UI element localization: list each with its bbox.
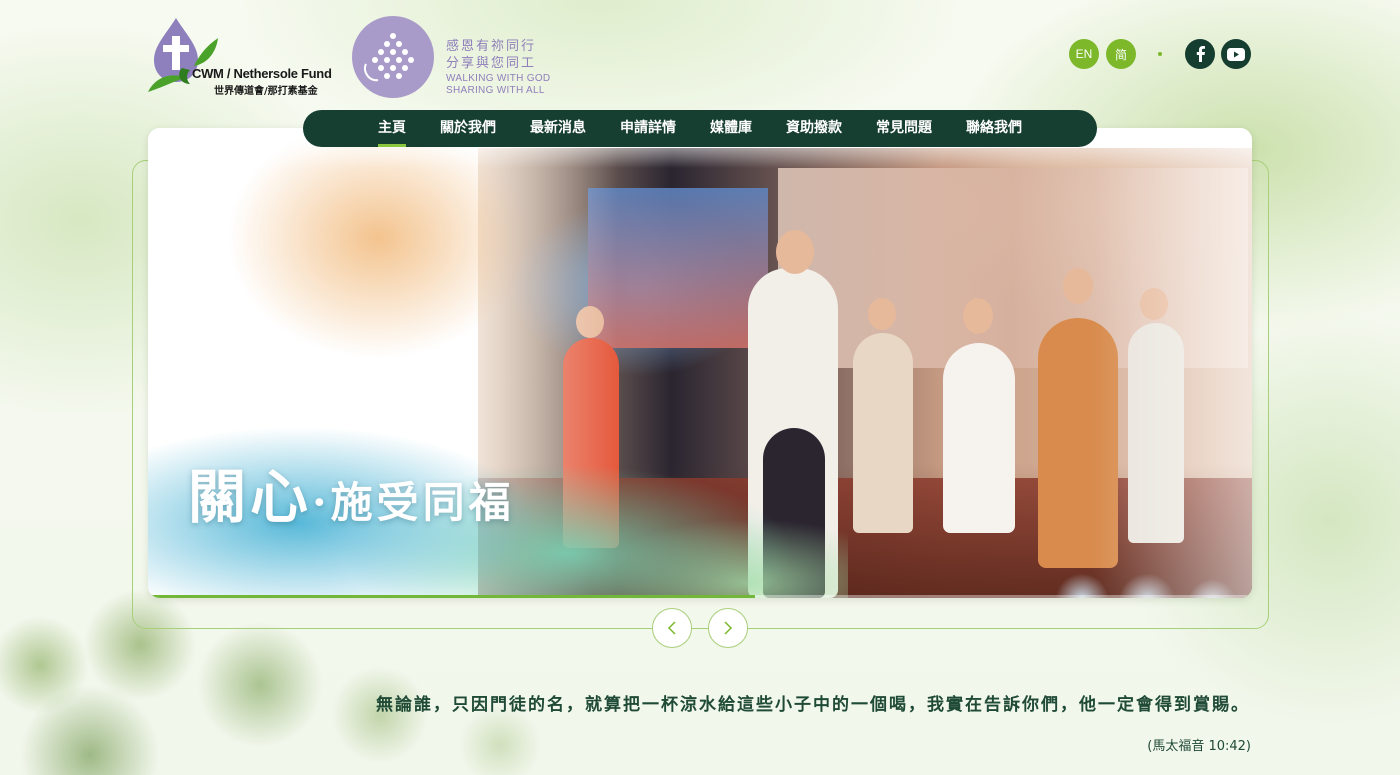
youtube-button[interactable] [1221,39,1251,69]
facebook-icon [1196,46,1205,62]
nav-item-media[interactable]: 媒體庫 [710,110,752,147]
nav-item-home[interactable]: 主頁 [378,110,406,147]
youtube-icon [1227,47,1245,61]
bible-verse-reference: (馬太福音 10:42) [1147,739,1251,754]
main-nav: 主頁 關於我們 最新消息 申請詳情 媒體庫 資助撥款 常見問題 聯絡我們 [303,110,1097,147]
slide-progress-bar [148,595,1252,598]
campaign-slogan-en-line1: WALKING WITH GOD [446,73,551,84]
facebook-button[interactable] [1185,39,1215,69]
watercolor-right [1092,128,1252,598]
bible-verse: 無論誰，只因門徒的名，就算把一杯涼水給這些小子中的一個喝，我實在告訴你們，他一定… [376,695,1250,715]
chevron-right-icon [724,621,733,635]
campaign-slogan-en-line2: SHARING WITH ALL [446,85,545,96]
campaign-logo-emblem [352,16,434,98]
nav-item-contact[interactable]: 聯絡我們 [966,110,1022,147]
nav-item-application[interactable]: 申請詳情 [620,110,676,147]
nav-item-about[interactable]: 關於我們 [440,110,496,147]
slide-progress-fill [148,595,756,598]
nav-item-grants[interactable]: 資助撥款 [786,110,842,147]
chevron-left-icon [667,621,676,635]
nav-item-faq[interactable]: 常見問題 [876,110,932,147]
balloons-decoration [1052,558,1252,598]
slide-caption-main: 關心 [188,463,313,531]
lang-sc-button[interactable]: 简 [1106,39,1136,69]
lang-en-button[interactable]: EN [1069,39,1099,69]
carousel-next-button[interactable] [708,608,748,648]
hero-slide[interactable]: 關心·施受同福 [148,128,1252,598]
carousel-prev-button[interactable] [652,608,692,648]
nav-item-news[interactable]: 最新消息 [530,110,586,147]
campaign-logo: 感恩有祢同行 分享與您同工 WALKING WITH GOD SHARING W… [352,16,562,98]
slide-caption-dot: · [312,478,331,527]
slide-caption: 關心·施受同福 [188,450,515,534]
cwm-name-en: CWM / Nethersole Fund [192,66,332,81]
campaign-slogan-line2: 分享與您同工 [446,56,537,71]
separator-dot [1158,52,1162,56]
slide-caption-rest: 施受同福 [330,478,515,527]
cwm-logo[interactable]: CWM / Nethersole Fund 世界傳道會/那打素基金 [146,16,341,98]
cwm-name-zh: 世界傳道會/那打素基金 [214,86,318,97]
